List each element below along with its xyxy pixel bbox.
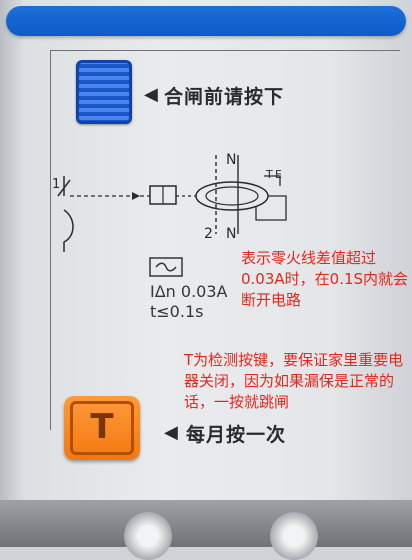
terminal-screw-left — [124, 512, 172, 560]
breaker-body: ◀ 合闸前请按下 1 N 2 N T E IΔn 0.03A t≤0.1s 表示… — [0, 0, 412, 560]
schematic-n-bottom-label: N — [226, 226, 236, 242]
test-instruction-label: 每月按一次 — [186, 424, 287, 446]
frame-top-line — [50, 50, 400, 51]
reset-instruction-label: 合闸前请按下 — [164, 86, 285, 108]
current-annotation: 表示零火线差值超过0.03A时，在0.1S内就会断开电路 — [241, 249, 409, 309]
test-button-letter: T — [70, 401, 134, 455]
rated-residual-current-text: IΔn 0.03A — [150, 282, 228, 301]
ac-symbol-icon — [149, 257, 183, 277]
schematic-e-label: E — [275, 168, 282, 181]
top-blue-strip — [6, 6, 406, 36]
terminal-screw-right — [270, 512, 318, 560]
reset-button[interactable] — [76, 60, 132, 124]
schematic-t-label: T — [265, 168, 273, 181]
arrow-left-icon: ◀ — [144, 84, 158, 105]
arrow-left-icon: ◀ — [164, 422, 178, 443]
pole-number-label: 1 — [52, 177, 60, 192]
frame-left-line — [50, 50, 51, 430]
schematic-n-top-label: N — [226, 152, 236, 168]
test-button-annotation: T为检测按键，要保证家里重要电器关闭，因为如果漏保是正常的话，一按就跳闸 — [184, 351, 404, 411]
schematic-2-label: 2 — [204, 226, 213, 242]
trip-time-text: t≤0.1s — [150, 302, 204, 321]
bottom-terminal-panel — [0, 500, 412, 547]
test-button[interactable]: T — [64, 396, 140, 460]
